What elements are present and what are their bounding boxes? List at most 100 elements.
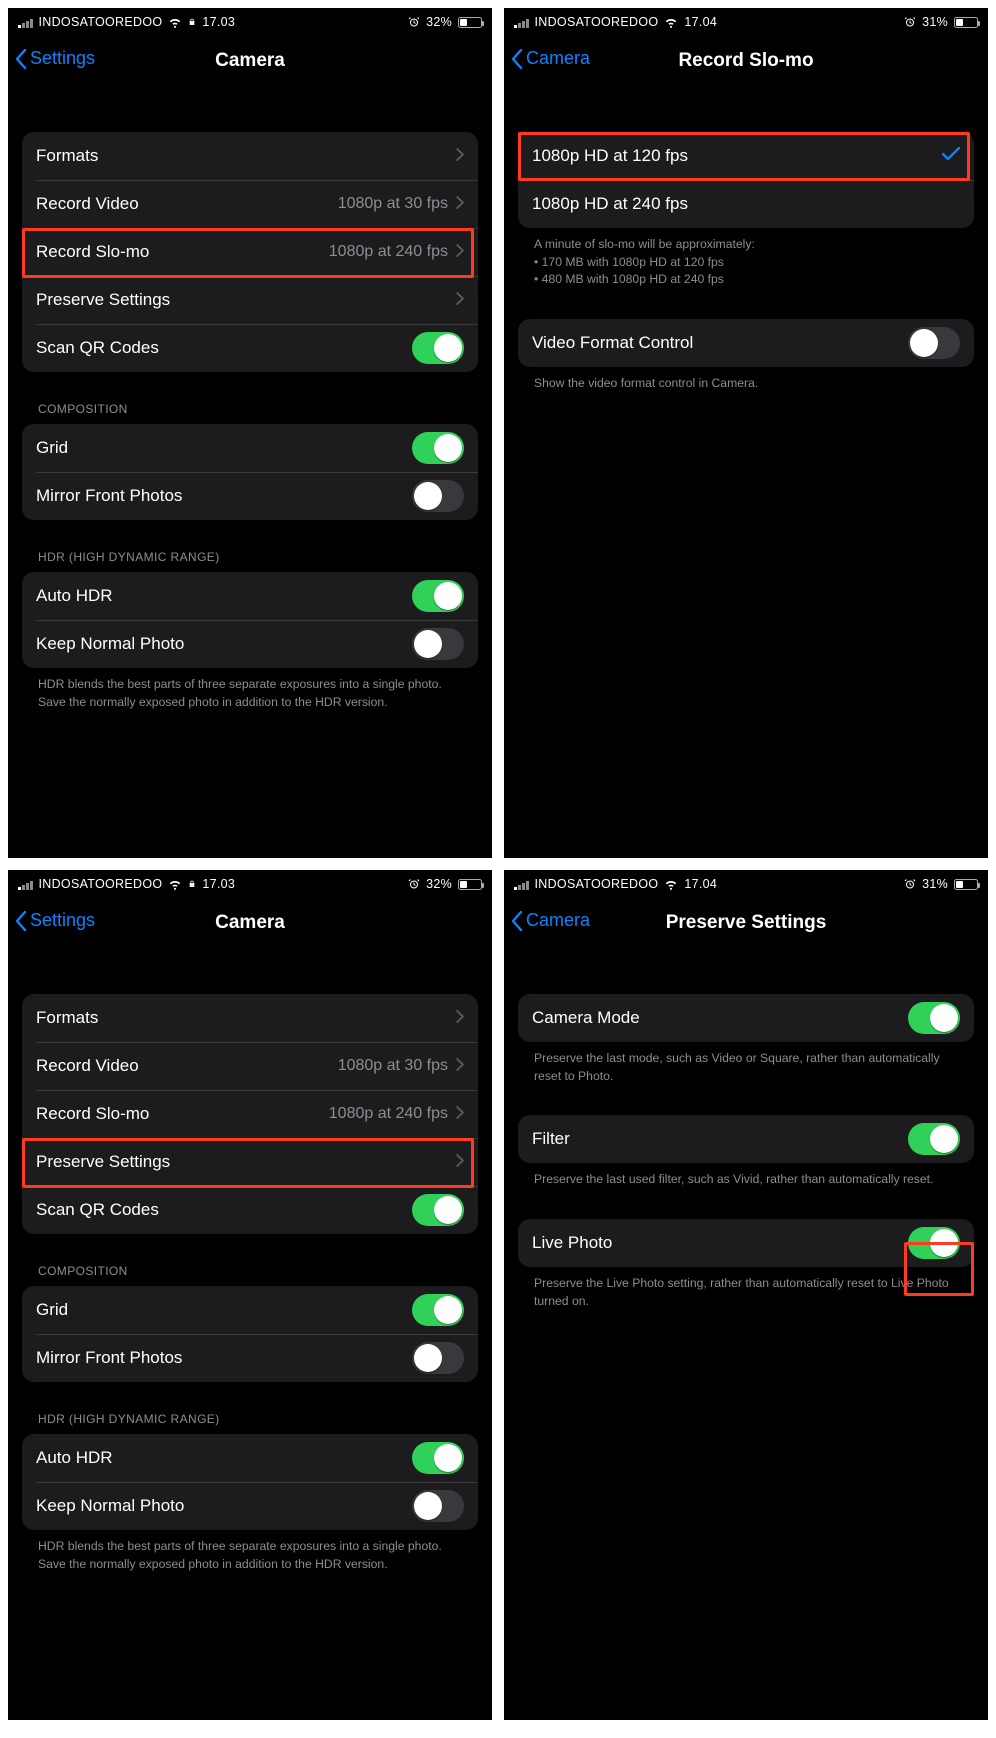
group-composition: Grid Mirror Front Photos <box>22 1286 478 1382</box>
label-live-photo: Live Photo <box>532 1233 612 1253</box>
status-bar: INDOSATOOREDOO 17.04 31% <box>504 870 988 898</box>
label-keep-normal: Keep Normal Photo <box>36 1496 184 1516</box>
row-mirror-front[interactable]: Mirror Front Photos <box>22 472 478 520</box>
row-auto-hdr[interactable]: Auto HDR <box>22 572 478 620</box>
label-camera-mode: Camera Mode <box>532 1008 640 1028</box>
toggle-grid[interactable] <box>412 432 464 464</box>
battery-icon <box>954 17 978 28</box>
toggle-keep-normal[interactable] <box>412 1490 464 1522</box>
label-record-video: Record Video <box>36 194 139 214</box>
row-preserve-settings[interactable]: Preserve Settings <box>22 276 478 324</box>
row-record-slomo[interactable]: Record Slo-mo 1080p at 240 fps <box>22 1090 478 1138</box>
row-record-slomo[interactable]: Record Slo-mo 1080p at 240 fps <box>22 228 478 276</box>
chevron-left-icon <box>510 49 524 69</box>
row-video-format-control[interactable]: Video Format Control <box>518 319 974 367</box>
row-filter[interactable]: Filter <box>518 1115 974 1163</box>
battery-percent: 32% <box>426 15 452 29</box>
chevron-right-icon <box>456 146 464 166</box>
alarm-icon <box>408 878 420 890</box>
toggle-mirror[interactable] <box>412 480 464 512</box>
battery-icon <box>458 17 482 28</box>
label-filter: Filter <box>532 1129 570 1149</box>
label-scan-qr: Scan QR Codes <box>36 338 159 358</box>
row-live-photo[interactable]: Live Photo <box>518 1219 974 1267</box>
toggle-keep-normal[interactable] <box>412 628 464 660</box>
row-scan-qr[interactable]: Scan QR Codes <box>22 324 478 372</box>
slomo-note-line2: • 170 MB with 1080p HD at 120 fps <box>534 255 724 269</box>
chevron-left-icon <box>510 911 524 931</box>
row-record-video[interactable]: Record Video 1080p at 30 fps <box>22 180 478 228</box>
lock-icon <box>188 17 196 27</box>
toggle-vfc[interactable] <box>908 327 960 359</box>
toggle-mirror[interactable] <box>412 1342 464 1374</box>
row-keep-normal[interactable]: Keep Normal Photo <box>22 1482 478 1530</box>
battery-percent: 32% <box>426 877 452 891</box>
value-record-video: 1080p at 30 fps <box>338 195 448 213</box>
toggle-auto-hdr[interactable] <box>412 580 464 612</box>
header-composition: COMPOSITION <box>22 402 478 424</box>
screen-camera-1: INDOSATOOREDOO 17.03 32% Settings Camera… <box>8 8 492 858</box>
back-button[interactable]: Settings <box>14 910 95 931</box>
back-button[interactable]: Settings <box>14 48 95 69</box>
footnote-live-photo: Preserve the Live Photo setting, rather … <box>518 1267 974 1310</box>
group-camera-mode: Camera Mode <box>518 994 974 1042</box>
label-auto-hdr: Auto HDR <box>36 1448 113 1468</box>
row-formats[interactable]: Formats <box>22 994 478 1042</box>
header-hdr: HDR (HIGH DYNAMIC RANGE) <box>22 1412 478 1434</box>
row-scan-qr[interactable]: Scan QR Codes <box>22 1186 478 1234</box>
label-grid: Grid <box>36 1300 68 1320</box>
clock-label: 17.04 <box>684 877 717 891</box>
page-title: Record Slo-mo <box>678 50 813 72</box>
label-record-slomo: Record Slo-mo <box>36 242 149 262</box>
screen-preserve-settings: INDOSATOOREDOO 17.04 31% Camera Preserve… <box>504 870 988 1720</box>
row-preserve-settings[interactable]: Preserve Settings <box>22 1138 478 1186</box>
footnote-hdr: HDR blends the best parts of three separ… <box>22 1530 478 1573</box>
signal-icon <box>18 17 33 28</box>
toggle-scan-qr[interactable] <box>412 1194 464 1226</box>
label-preserve: Preserve Settings <box>36 1152 170 1172</box>
label-mirror: Mirror Front Photos <box>36 1348 182 1368</box>
wifi-icon <box>664 877 678 891</box>
value-record-slomo: 1080p at 240 fps <box>329 243 448 261</box>
back-button[interactable]: Camera <box>510 48 590 69</box>
screen-record-slomo: INDOSATOOREDOO 17.04 31% Camera Record S… <box>504 8 988 858</box>
row-1080p-240fps[interactable]: 1080p HD at 240 fps <box>518 180 974 228</box>
row-1080p-120fps[interactable]: 1080p HD at 120 fps <box>518 132 974 180</box>
row-mirror-front[interactable]: Mirror Front Photos <box>22 1334 478 1382</box>
status-bar: INDOSATOOREDOO 17.04 31% <box>504 8 988 36</box>
row-record-video[interactable]: Record Video 1080p at 30 fps <box>22 1042 478 1090</box>
row-camera-mode[interactable]: Camera Mode <box>518 994 974 1042</box>
alarm-icon <box>904 878 916 890</box>
label-preserve: Preserve Settings <box>36 290 170 310</box>
toggle-auto-hdr[interactable] <box>412 1442 464 1474</box>
toggle-scan-qr[interactable] <box>412 332 464 364</box>
label-vfc: Video Format Control <box>532 333 693 353</box>
navbar: Settings Camera <box>8 36 492 86</box>
row-auto-hdr[interactable]: Auto HDR <box>22 1434 478 1482</box>
back-button[interactable]: Camera <box>510 910 590 931</box>
toggle-filter[interactable] <box>908 1123 960 1155</box>
label-record-video: Record Video <box>36 1056 139 1076</box>
screen-camera-2: INDOSATOOREDOO 17.03 32% Settings Camera… <box>8 870 492 1720</box>
toggle-live-photo[interactable] <box>908 1227 960 1259</box>
toggle-grid[interactable] <box>412 1294 464 1326</box>
footnote-slomo: A minute of slo-mo will be approximately… <box>518 228 974 289</box>
back-label: Settings <box>30 48 95 69</box>
row-formats[interactable]: Formats <box>22 132 478 180</box>
alarm-icon <box>904 16 916 28</box>
chevron-right-icon <box>456 242 464 262</box>
back-label: Camera <box>526 910 590 931</box>
row-grid[interactable]: Grid <box>22 1286 478 1334</box>
row-keep-normal[interactable]: Keep Normal Photo <box>22 620 478 668</box>
status-bar: INDOSATOOREDOO 17.03 32% <box>8 870 492 898</box>
chevron-right-icon <box>456 194 464 214</box>
wifi-icon <box>168 15 182 29</box>
chevron-left-icon <box>14 49 28 69</box>
row-grid[interactable]: Grid <box>22 424 478 472</box>
group-slomo-options: 1080p HD at 120 fps 1080p HD at 240 fps <box>518 132 974 228</box>
chevron-right-icon <box>456 1056 464 1076</box>
clock-label: 17.03 <box>202 877 235 891</box>
toggle-camera-mode[interactable] <box>908 1002 960 1034</box>
page-title: Preserve Settings <box>666 912 827 934</box>
label-grid: Grid <box>36 438 68 458</box>
